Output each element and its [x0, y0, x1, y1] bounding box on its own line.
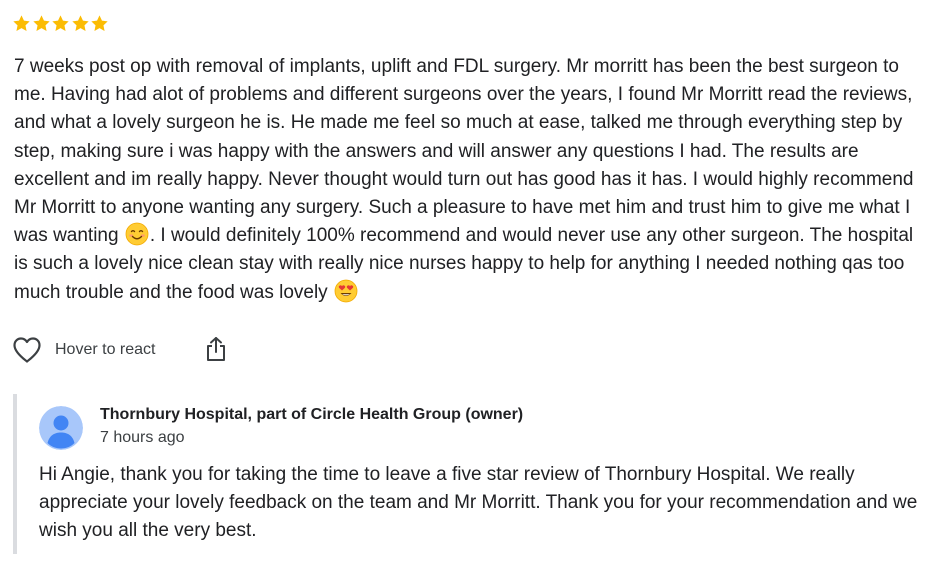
star-rating [12, 14, 110, 33]
review-text-part2: . I would definitely 100% recommend and … [14, 225, 914, 303]
person-avatar-icon[interactable] [39, 406, 83, 450]
owner-reply: Thornbury Hospital, part of Circle Healt… [13, 394, 937, 554]
star-icon [12, 14, 32, 33]
heart-outline-icon[interactable] [12, 335, 42, 365]
star-icon [32, 14, 52, 33]
smiling-face-icon [125, 222, 149, 246]
review-actions: Hover to react [12, 334, 225, 366]
review-card: 7 weeks post op with removal of implants… [0, 0, 939, 567]
reply-text: Hi Angie, thank you for taking the time … [39, 464, 918, 541]
star-icon [71, 14, 91, 33]
heart-eyes-face-icon [334, 279, 358, 303]
review-text: 7 weeks post op with removal of implants… [14, 53, 929, 307]
reply-timestamp: 7 hours ago [100, 429, 185, 446]
star-icon [51, 14, 71, 33]
review-text-part1: 7 weeks post op with removal of implants… [14, 56, 914, 247]
owner-name: Thornbury Hospital, part of Circle Healt… [100, 406, 524, 423]
react-label[interactable]: Hover to react [55, 341, 155, 359]
star-icon [90, 14, 110, 33]
share-icon[interactable] [203, 334, 229, 364]
